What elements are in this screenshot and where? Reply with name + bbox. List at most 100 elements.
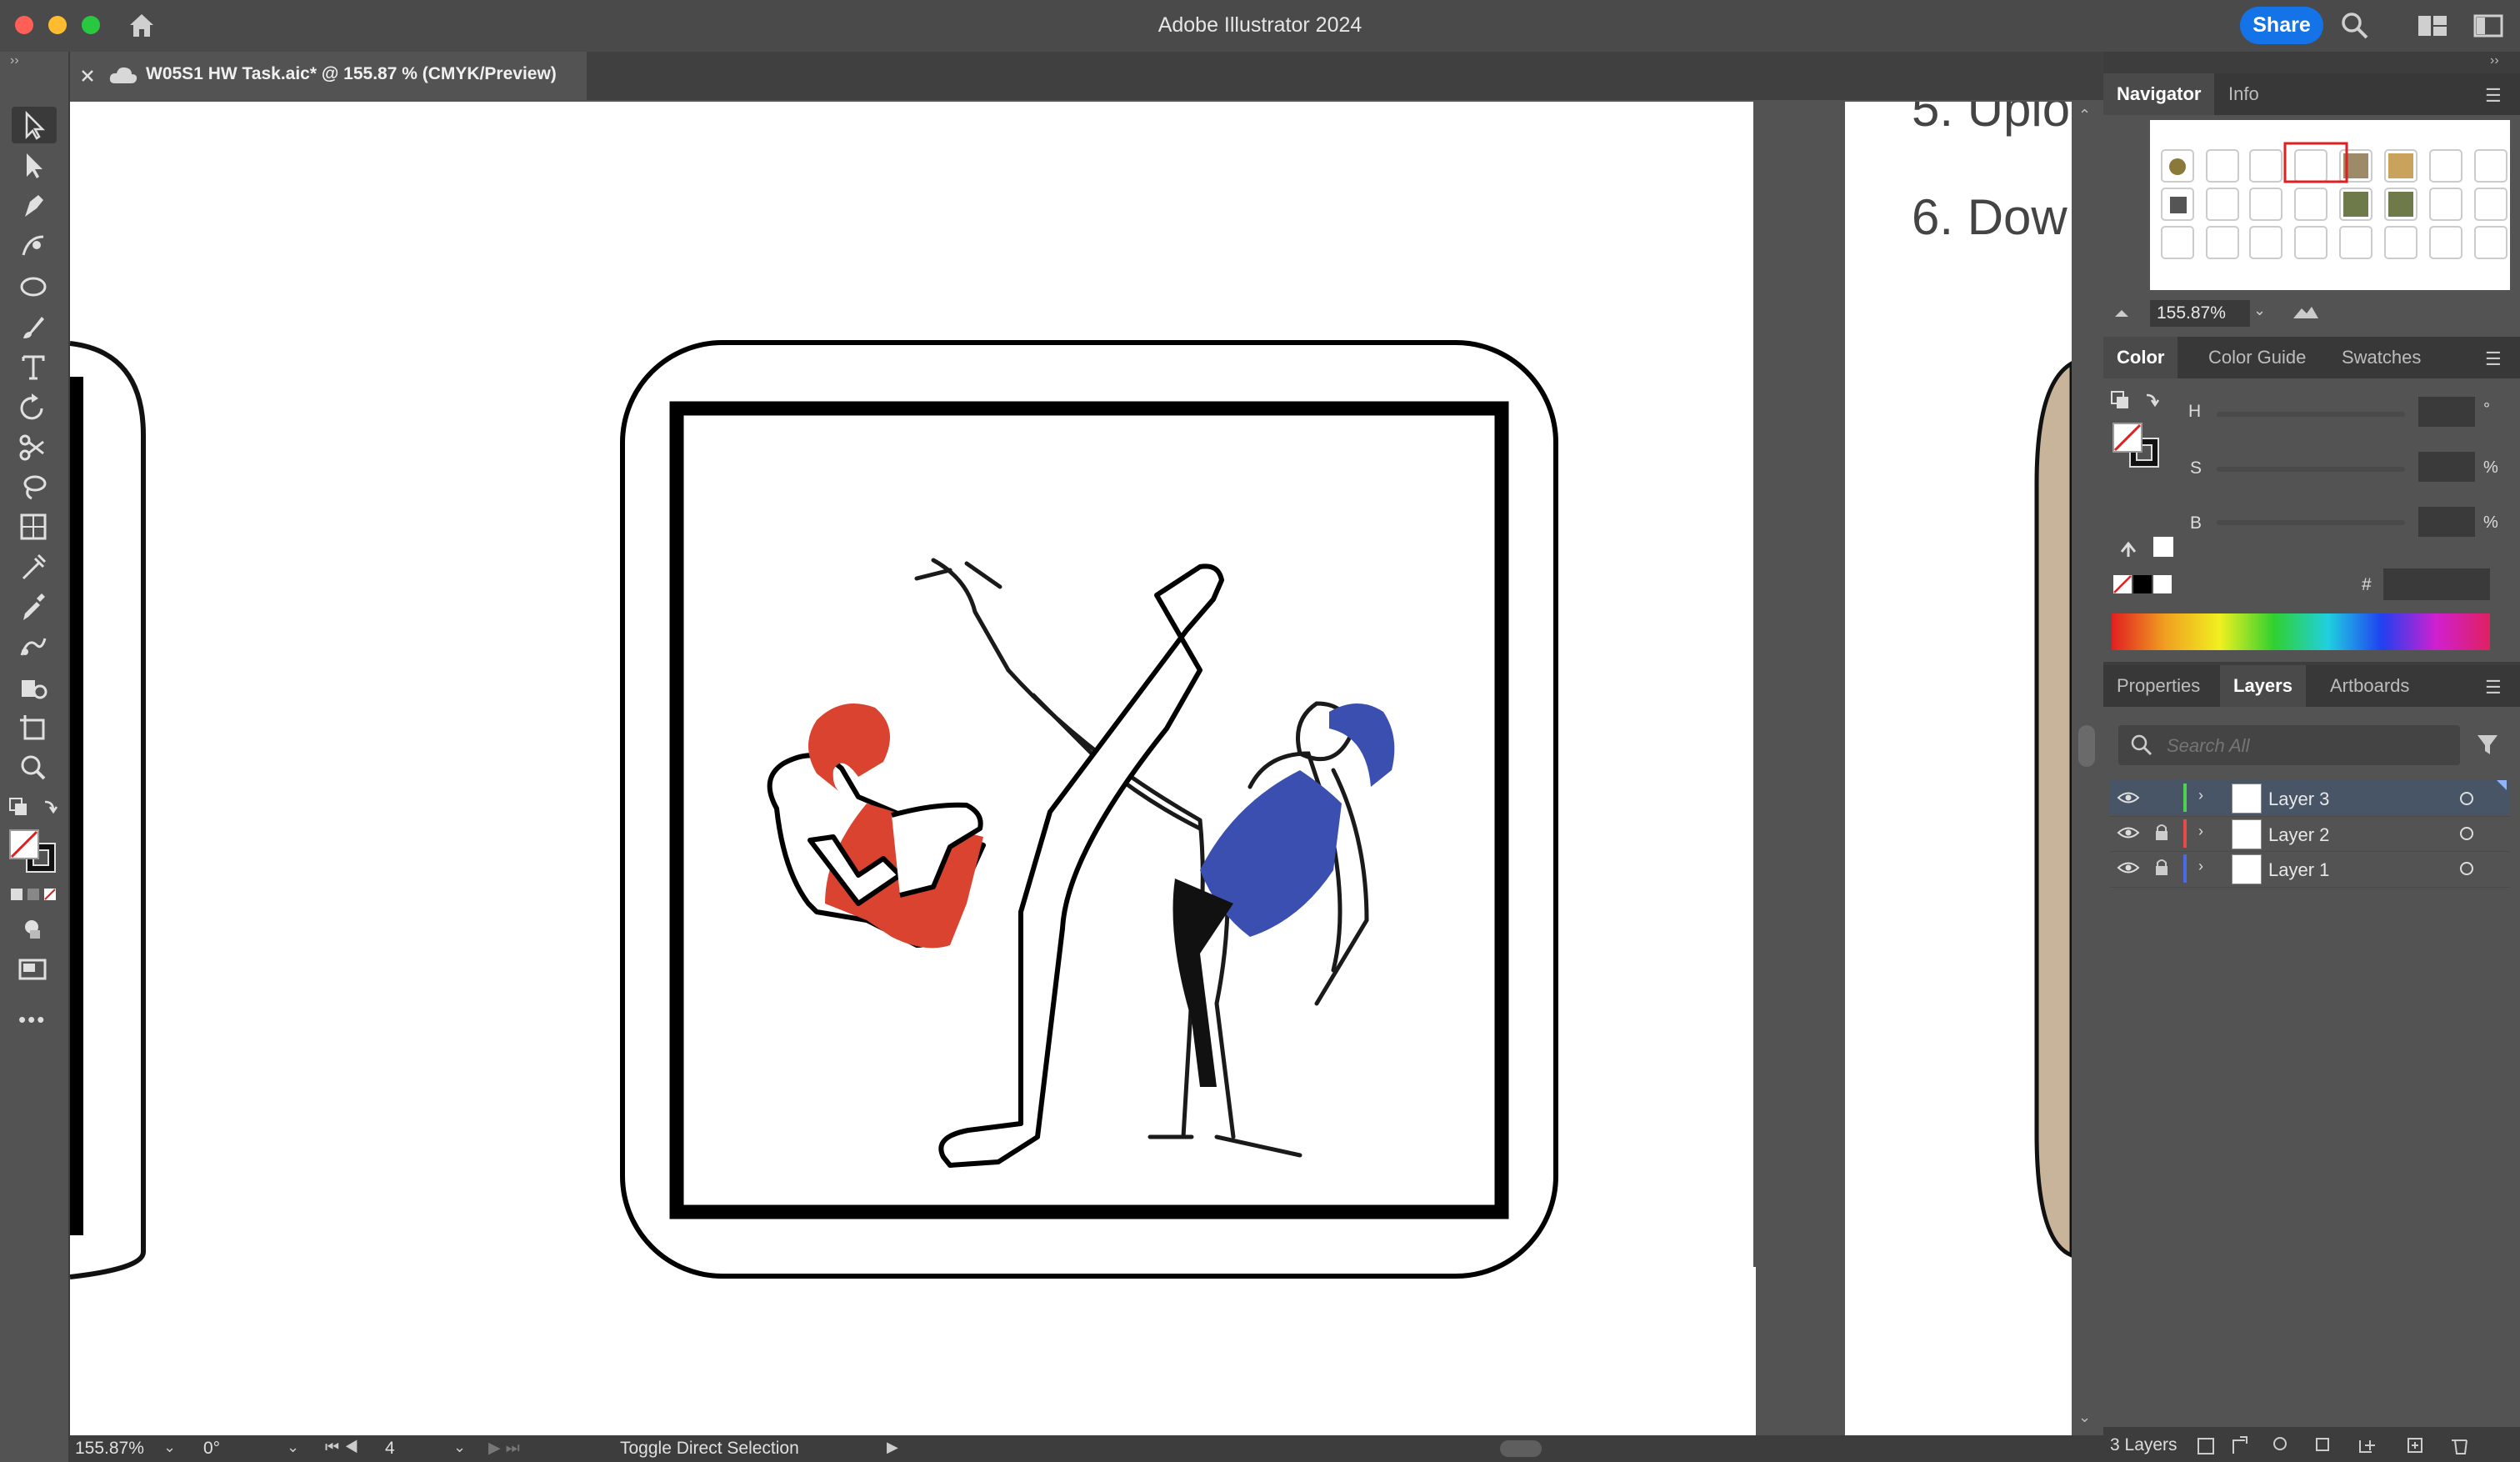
saturation-slider[interactable]: [2217, 467, 2405, 472]
screen-mode-icon[interactable]: [13, 952, 53, 985]
cloud-document-icon: [109, 67, 138, 83]
curvature-tool-icon[interactable]: [13, 228, 53, 262]
next-last-artboard-buttons[interactable]: ▶⏭: [488, 1439, 525, 1458]
layer1-lock-icon[interactable]: [2153, 857, 2170, 877]
make-clipping-mask-icon: [2316, 1438, 2329, 1451]
color-mode-buttons[interactable]: [10, 887, 58, 902]
collapse-toolbar-icon[interactable]: ››: [10, 53, 19, 68]
status-tool-hint: Toggle Direct Selection: [620, 1439, 799, 1458]
artboard-tool-icon[interactable]: [13, 710, 53, 744]
color-spectrum[interactable]: [2112, 613, 2490, 650]
navigator-zoom-chevron-icon[interactable]: ⌄: [2253, 302, 2266, 319]
navigator-zoom-field[interactable]: 155.87%: [2150, 300, 2250, 327]
lasso-tool-icon[interactable]: [13, 470, 53, 503]
zoom-tool-icon[interactable]: [13, 750, 53, 784]
layer2-lock-icon[interactable]: [2153, 822, 2170, 842]
layer2-target-icon[interactable]: [2458, 825, 2475, 842]
free-transform-tool-icon[interactable]: [13, 510, 53, 543]
puppet-warp-tool-icon[interactable]: [13, 630, 53, 663]
rotate-tool-icon[interactable]: [13, 390, 53, 423]
navigator-thumbnail[interactable]: [2150, 120, 2510, 290]
brightness-input[interactable]: [2418, 507, 2475, 537]
ellipse-tool-icon[interactable]: [13, 270, 53, 303]
layer2-expand-chevron-icon[interactable]: ›: [2198, 823, 2203, 840]
delete-layer-icon: [2452, 1439, 2468, 1454]
direct-selection-tool-icon[interactable]: [13, 148, 53, 182]
artboard-dropdown-chevron-icon[interactable]: ⌄: [453, 1439, 466, 1456]
out-of-gamut-icon[interactable]: [2117, 533, 2175, 560]
filter-icon[interactable]: [2475, 732, 2500, 757]
tab-info[interactable]: Info: [2215, 73, 2272, 115]
artboard-edge: [1753, 1267, 1756, 1435]
tab-swatches[interactable]: Swatches: [2328, 337, 2434, 378]
close-tab-icon[interactable]: [80, 68, 95, 83]
layer1-name[interactable]: Layer 1: [2268, 859, 2329, 881]
tab-navigator[interactable]: Navigator: [2103, 73, 2215, 115]
color-panel-menu-icon[interactable]: ☰: [2485, 348, 2502, 370]
status-menu-arrow[interactable]: ▶: [887, 1439, 898, 1456]
layer3-visibility-eye-icon[interactable]: [2117, 790, 2140, 805]
layer3-name[interactable]: Layer 3: [2268, 789, 2329, 810]
layer2-thumbnail: [2232, 819, 2262, 849]
artboard-number-field[interactable]: 4: [385, 1439, 452, 1459]
app-title: Adobe Illustrator 2024: [1158, 13, 1362, 37]
none-black-white-swatches[interactable]: [2112, 573, 2175, 595]
tab-artboards[interactable]: Artboards: [2317, 665, 2422, 707]
layers-search-icon: [2131, 734, 2152, 756]
type-tool-icon[interactable]: [13, 350, 53, 383]
tab-layers[interactable]: Layers: [2220, 665, 2306, 707]
rotation-dropdown-chevron-icon[interactable]: ⌄: [287, 1439, 299, 1456]
scroll-up-arrow[interactable]: ⌃: [2078, 107, 2091, 124]
scissors-tool-icon[interactable]: [13, 430, 53, 463]
hue-slider[interactable]: [2217, 412, 2405, 417]
zoom-dropdown-chevron-icon[interactable]: ⌄: [163, 1439, 176, 1456]
hex-input[interactable]: [2383, 568, 2490, 600]
paintbrush-tool-icon[interactable]: [13, 310, 53, 343]
layer2-name[interactable]: Layer 2: [2268, 824, 2329, 846]
saturation-input[interactable]: [2418, 452, 2475, 482]
navigator-menu-icon[interactable]: ☰: [2485, 85, 2502, 107]
layer1-visibility-eye-icon[interactable]: [2117, 860, 2140, 875]
share-button[interactable]: Share: [2240, 7, 2323, 44]
layer2-visibility-eye-icon[interactable]: [2117, 825, 2140, 840]
document-tab-label: W05S1 HW Task.aic* @ 155.87 % (CMYK/Prev…: [146, 64, 557, 83]
color-tab-bar: Color Color Guide Swatches: [2103, 337, 2520, 378]
layers-search-input[interactable]: [2165, 730, 2452, 762]
shape-builder-tool-icon[interactable]: [13, 550, 53, 583]
vertical-scrollbar[interactable]: [2072, 102, 2102, 1435]
search-icon[interactable]: [2340, 11, 2370, 41]
workspace-switcher-icon[interactable]: [2473, 13, 2505, 38]
first-previous-artboard-buttons[interactable]: ⏮◀: [325, 1439, 363, 1457]
collapse-panels-icon[interactable]: ››: [2490, 53, 2499, 68]
layer1-expand-chevron-icon[interactable]: ›: [2198, 858, 2203, 875]
tab-color-guide[interactable]: Color Guide: [2195, 337, 2319, 378]
zoom-in-mountain-icon[interactable]: [2292, 300, 2320, 323]
color-fill-stroke-swatch[interactable]: [2108, 388, 2167, 488]
brightness-slider[interactable]: [2217, 520, 2405, 525]
locate-object-icon: [2273, 1437, 2287, 1450]
eyedropper-tool-icon[interactable]: [13, 590, 53, 623]
tab-properties[interactable]: Properties: [2103, 665, 2213, 707]
layer1-target-icon[interactable]: [2458, 860, 2475, 877]
horizontal-scrollbar[interactable]: [918, 1437, 2068, 1460]
edit-toolbar-icon[interactable]: •••: [18, 1007, 46, 1033]
vertical-scroll-thumb[interactable]: [2078, 725, 2095, 767]
hue-input[interactable]: [2418, 397, 2475, 427]
scroll-down-arrow[interactable]: ⌄: [2078, 1409, 2091, 1426]
zoom-out-mountain-icon[interactable]: [2112, 302, 2133, 323]
arrange-documents-icon[interactable]: [2417, 13, 2448, 38]
tab-color[interactable]: Color: [2103, 337, 2178, 378]
pen-tool-icon[interactable]: [13, 188, 53, 222]
layer3-expand-chevron-icon[interactable]: ›: [2198, 787, 2203, 804]
karate-illustration[interactable]: [617, 337, 1567, 1287]
layers-footer-actions[interactable]: [2193, 1434, 2518, 1459]
selection-tool-icon[interactable]: [13, 108, 53, 142]
fill-stroke-swatch[interactable]: [8, 829, 60, 875]
symbol-sprayer-tool-icon[interactable]: [13, 670, 53, 703]
horizontal-scroll-thumb[interactable]: [1500, 1440, 1542, 1457]
layer3-target-icon[interactable]: [2458, 790, 2475, 807]
hue-unit: °: [2483, 400, 2490, 418]
layers-panel-menu-icon[interactable]: ☰: [2485, 677, 2502, 698]
swap-fill-stroke-icon[interactable]: [8, 795, 60, 822]
drawing-modes-icon[interactable]: [13, 912, 53, 945]
